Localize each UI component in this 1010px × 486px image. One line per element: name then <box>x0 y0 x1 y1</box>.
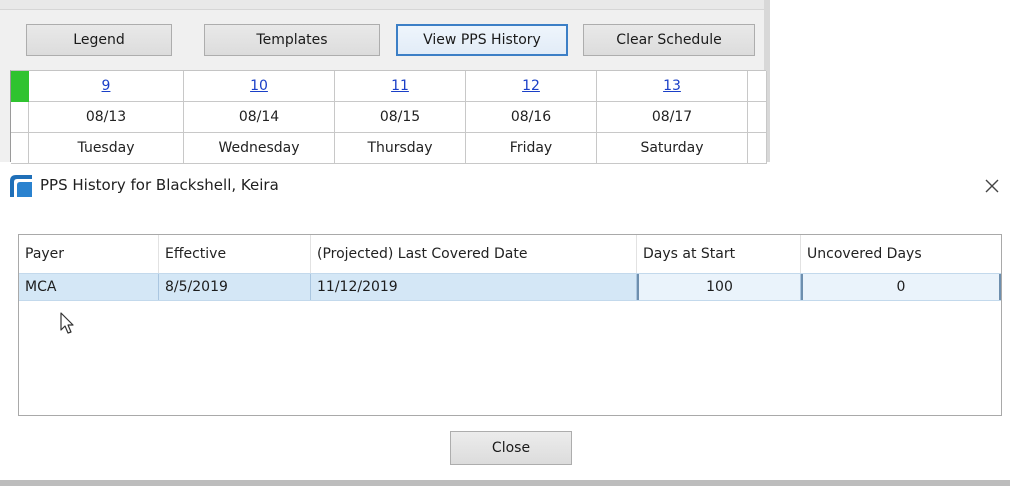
templates-button[interactable]: Templates <box>204 24 380 56</box>
date-cell: 08/13 <box>29 102 184 133</box>
schedule-panel: Legend Templates View PPS History Clear … <box>0 0 770 164</box>
close-icon[interactable] <box>980 174 1004 198</box>
day-link[interactable]: 11 <box>391 78 409 94</box>
day-link[interactable]: 9 <box>102 78 111 94</box>
status-marker <box>11 71 29 102</box>
column-header-uncovered-days[interactable]: Uncovered Days <box>801 235 1001 273</box>
close-x-glyph <box>985 179 999 193</box>
schedule-grid: 9 10 11 12 13 08/13 08/14 08/15 08/16 08… <box>10 70 767 164</box>
weekday-row: Tuesday Wednesday Thursday Friday Saturd… <box>11 133 767 164</box>
cell-effective: 8/5/2019 <box>159 274 311 300</box>
date-row: 08/13 08/14 08/15 08/16 08/17 <box>11 102 767 133</box>
app-logo-icon <box>10 175 32 197</box>
weekday-cell: Friday <box>466 133 597 164</box>
day-link[interactable]: 10 <box>250 78 268 94</box>
weekday-cell: Tuesday <box>29 133 184 164</box>
date-cell: 08/15 <box>335 102 466 133</box>
weekday-cell: Saturday <box>597 133 748 164</box>
pps-history-table[interactable]: Payer Effective (Projected) Last Covered… <box>18 234 1002 416</box>
day-link[interactable]: 13 <box>663 78 681 94</box>
column-header-days-at-start[interactable]: Days at Start <box>637 235 801 273</box>
clear-schedule-button[interactable]: Clear Schedule <box>583 24 755 56</box>
cell-payer: MCA <box>19 274 159 300</box>
empty-cell <box>11 133 29 164</box>
day-cell[interactable]: 9 <box>29 71 184 102</box>
cell-last-covered: 11/12/2019 <box>311 274 637 300</box>
weekday-cell: Thursday <box>335 133 466 164</box>
empty-cell <box>11 102 29 133</box>
dialog-bottom-border <box>0 480 1010 486</box>
empty-cell <box>748 71 767 102</box>
column-header-effective[interactable]: Effective <box>159 235 311 273</box>
mouse-cursor-icon <box>60 312 74 334</box>
day-cell[interactable]: 13 <box>597 71 748 102</box>
weekday-cell: Wednesday <box>184 133 335 164</box>
table-header: Payer Effective (Projected) Last Covered… <box>19 235 1001 273</box>
pps-history-dialog: PPS History for Blackshell, Keira Payer … <box>0 166 1010 486</box>
close-button[interactable]: Close <box>450 431 572 465</box>
window-top-edge <box>0 0 770 10</box>
column-header-payer[interactable]: Payer <box>19 235 159 273</box>
day-number-row: 9 10 11 12 13 <box>11 71 767 102</box>
day-cell[interactable]: 11 <box>335 71 466 102</box>
column-header-last-covered[interactable]: (Projected) Last Covered Date <box>311 235 637 273</box>
table-row[interactable]: MCA 8/5/2019 11/12/2019 100 0 <box>19 273 1001 301</box>
day-link[interactable]: 12 <box>522 78 540 94</box>
dialog-title-bar[interactable]: PPS History for Blackshell, Keira <box>0 166 1010 206</box>
empty-cell <box>748 102 767 133</box>
cell-uncovered-days: 0 <box>801 274 1001 300</box>
date-cell: 08/14 <box>184 102 335 133</box>
date-cell: 08/16 <box>466 102 597 133</box>
dialog-title: PPS History for Blackshell, Keira <box>40 176 279 194</box>
empty-cell <box>748 133 767 164</box>
legend-button[interactable]: Legend <box>26 24 172 56</box>
view-pps-history-button[interactable]: View PPS History <box>396 24 568 56</box>
day-cell[interactable]: 10 <box>184 71 335 102</box>
cell-days-at-start: 100 <box>637 274 801 300</box>
day-cell[interactable]: 12 <box>466 71 597 102</box>
date-cell: 08/17 <box>597 102 748 133</box>
